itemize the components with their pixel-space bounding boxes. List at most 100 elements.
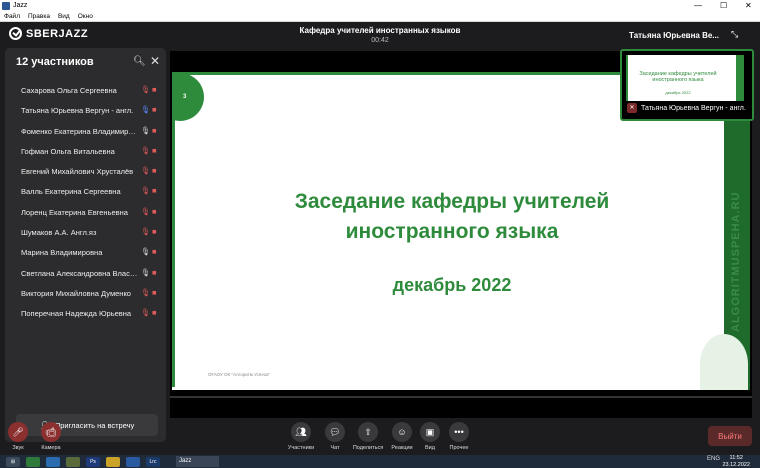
search-icon[interactable]: 🔍︎ [133, 56, 146, 67]
participant-row[interactable]: Евгений Михайлович Хрусталёв 🎙︎ ■ [5, 163, 166, 183]
leave-button[interactable]: Выйти [708, 426, 752, 446]
menu-file[interactable]: Файл [4, 13, 20, 20]
folder-icon[interactable] [106, 456, 120, 467]
camera-off-icon: ■ [152, 308, 157, 318]
camera-off-icon: 📹︎ [41, 422, 61, 442]
camera-off-icon: ■ [152, 125, 157, 135]
participants-count: 12 участников [16, 56, 94, 68]
participant-row[interactable]: Марина Владимировна 🎙︎ ■ [5, 244, 166, 264]
brand-name: SBERJAZZ [26, 27, 89, 40]
people-icon: 👥︎ [291, 422, 311, 442]
participant-row[interactable]: Татьяна Юрьевна Вергун - англ. 🎙︎ ■ [5, 102, 166, 122]
stage-scrollbar[interactable] [170, 396, 752, 398]
participant-row[interactable]: Виктория Михайловна Думенко 🎙︎ ■ [5, 285, 166, 305]
close-window-icon[interactable]: ✕ [745, 0, 752, 11]
mic-off-icon: 🎙︎ [141, 186, 151, 196]
participant-name: Виктория Михайловна Думенко [21, 288, 131, 298]
mic-off-icon: 🎙︎ [141, 287, 151, 297]
camera-off-icon: ■ [152, 247, 157, 257]
windows-taskbar: ⊞ Ps Lrc Jazz ENG 11:52 23.12.2022 [0, 455, 760, 468]
layout-icon: ▣ [420, 422, 440, 442]
more-button[interactable]: ••• Прочее [439, 422, 479, 451]
pip-slide-thumbnail: Заседание кафедры учителей иностранного … [626, 55, 744, 101]
mic-on-icon: 🎙︎ [141, 125, 151, 135]
mic-on-icon: 🎙︎ [141, 247, 151, 257]
leaf-decoration-icon [700, 334, 748, 390]
menu-view[interactable]: Вид [58, 13, 70, 20]
participant-name: Сахарова Ольга Сергеевна [21, 86, 117, 95]
maximize-icon[interactable]: ☐ [720, 0, 727, 11]
collapse-pip-icon[interactable]: ⤡ [731, 29, 738, 40]
camera-off-icon: ■ [152, 206, 157, 216]
jazz-app-icon [2, 1, 10, 10]
lightroom-icon[interactable]: Lrc [146, 456, 160, 467]
chrome-icon[interactable] [26, 456, 40, 467]
camera-off-icon: ■ [152, 145, 157, 155]
participant-name: Шумаков А.А. Англ.яз [21, 228, 97, 238]
menu-edit[interactable]: Правка [28, 13, 50, 20]
taskbar-jazz-label: Jazz [179, 458, 192, 464]
sound-label: Звук [12, 445, 24, 451]
menu-bar: Файл Правка Вид Окно [0, 11, 760, 22]
chat-icon: 💬︎ [325, 422, 345, 442]
photoshop-icon[interactable]: Ps [86, 456, 100, 467]
participants-list: Сахарова Ольга Сергеевна 🎙︎ ■ Татьяна Юрьев… [5, 82, 166, 326]
participant-name: Поперечная Надежда Юрьевна [21, 309, 132, 319]
slide-side-text: ALGORITMUSPEHA.RU [730, 191, 742, 332]
participant-row[interactable]: Поперечная Надежда Юрьевна 🎙︎ ■ [5, 305, 166, 325]
participant-name: Светлана Александровна Власова [21, 268, 138, 278]
camera-off-icon: ■ [152, 166, 157, 176]
menu-window[interactable]: Окно [78, 13, 93, 20]
participant-name: Фоменко Екатерина Владимировна [21, 126, 138, 136]
participant-row[interactable]: Фоменко Екатерина Владимировна 🎙︎ ■ [5, 123, 166, 143]
meeting-title: Кафедра учителей иностранных языков [299, 26, 461, 35]
participant-row[interactable]: Лоренц Екатерина Евгеньевна 🎙︎ ■ [5, 204, 166, 224]
taskbar-jazz[interactable]: Jazz [176, 456, 219, 467]
more-dots-icon: ••• [449, 422, 469, 442]
participant-name: Лоренц Екатерина Евгеньевна [21, 207, 128, 217]
pip-slide-title-line2: иностранного языка [652, 77, 704, 83]
mic-off-icon: 🎙︎ [141, 85, 151, 94]
view-label: Вид [425, 445, 435, 451]
participant-row[interactable]: Валль Екатерина Сергеевна 🎙︎ ■ [5, 183, 166, 203]
participant-row[interactable]: Светлана Александровна Власова 🎙︎ ■ [5, 265, 166, 285]
pip-slide-strip [736, 55, 744, 101]
slide-title-line1: Заседание кафедры учителей [294, 190, 610, 213]
participant-row[interactable]: Сахарова Ольга Сергеевна 🎙︎ ■ [5, 82, 166, 102]
camera-label: Камера [41, 445, 61, 451]
participants-label: Участники [287, 445, 315, 451]
share-screen-icon: ⇧ [358, 422, 378, 442]
camera-button[interactable]: 📹︎ Камера [31, 422, 71, 451]
edge-icon[interactable] [46, 456, 60, 467]
slide-number: 3 [183, 94, 187, 100]
pip-label: ✕ Татьяна Юрьевна Вергун - англ. [627, 103, 747, 113]
camera-off-icon: ■ [152, 105, 157, 115]
window-title: Jazz [13, 2, 28, 9]
mic-on-icon: 🎙︎ [141, 267, 151, 277]
participant-row[interactable]: Шумаков А.А. Англ.яз 🎙︎ ■ [5, 224, 166, 244]
mic-off-icon: ✕ [627, 103, 637, 113]
camera-off-icon: ■ [152, 287, 157, 297]
slide-title-line2: иностранного языка [345, 220, 559, 243]
language-indicator[interactable]: ENG [707, 456, 720, 462]
sber-logo-icon [9, 27, 22, 40]
participant-name: Валль Екатерина Сергеевна [21, 187, 121, 197]
speaker-pip[interactable]: Заседание кафедры учителей иностранного … [620, 49, 754, 121]
window-titlebar: Jazz — ☐ ✕ [0, 0, 760, 11]
minimize-icon[interactable]: — [694, 0, 702, 11]
participant-name: Евгений Михайлович Хрусталёв [21, 167, 134, 177]
start-icon[interactable]: ⊞ [6, 456, 20, 467]
close-icon[interactable]: ✕ [150, 54, 160, 68]
participant-row[interactable]: Гофман Ольга Витальевна 🎙︎ ■ [5, 143, 166, 163]
smile-icon: ☺ [392, 422, 412, 442]
participant-name: Татьяна Юрьевна Вергун - англ. [21, 106, 134, 116]
mic-off-icon: 🎙︎ [141, 308, 151, 318]
sberjazz-logo: SBERJAZZ [9, 27, 88, 40]
camera-off-icon: ■ [152, 85, 157, 94]
pip-slide-date: декабрь 2022 [665, 90, 691, 95]
slide-title: Заседание кафедры учителей иностранного … [182, 187, 722, 247]
word-icon[interactable] [126, 456, 140, 467]
app-icon[interactable] [66, 456, 80, 467]
active-speaker-name: Татьяна Юрьевна Ве... [629, 31, 719, 40]
clock[interactable]: 11:52 23.12.2022 [722, 455, 750, 468]
